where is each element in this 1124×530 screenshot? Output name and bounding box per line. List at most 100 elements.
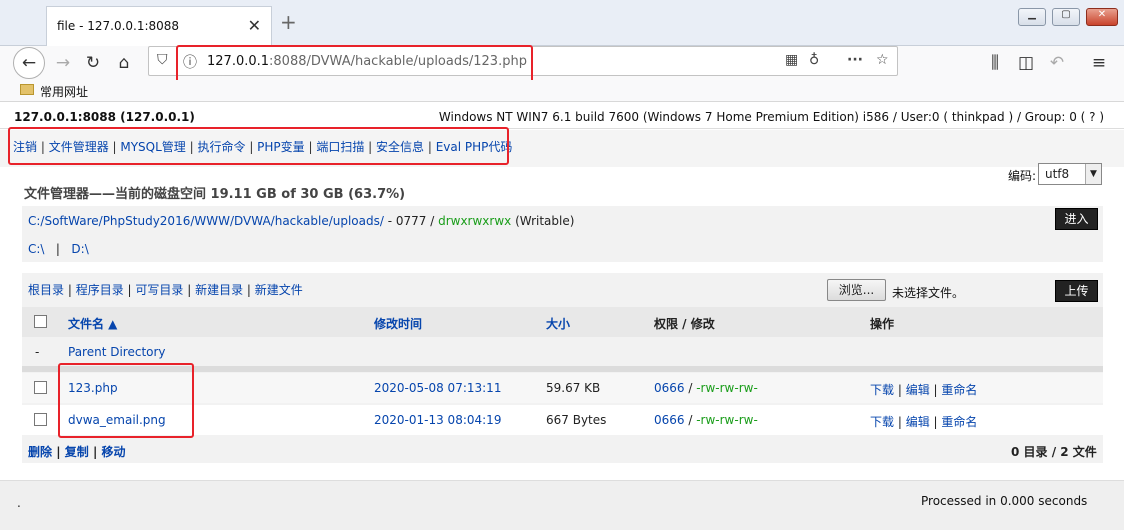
delete-link[interactable]: 删除 bbox=[28, 445, 52, 459]
browser-tab[interactable]: file - 127.0.0.1:8088 ✕ bbox=[46, 6, 272, 46]
navigation-bar: ← → ↻ ⌂ ⛉ ⓘ 127.0.0.1:8088/DVWA/hackable… bbox=[0, 46, 1124, 80]
row-checkbox[interactable] bbox=[34, 381, 47, 394]
page-content: 127.0.0.1:8088 (127.0.0.1) Windows NT WI… bbox=[0, 103, 1124, 530]
reload-button[interactable]: ↻ bbox=[80, 50, 106, 76]
table-header: 文件名 ▲ 修改时间 大小 权限 / 修改 操作 bbox=[22, 307, 1103, 337]
close-icon: ✕ bbox=[1097, 9, 1107, 20]
bookmark-folder[interactable]: 常用网址 bbox=[40, 83, 88, 100]
select-all-checkbox[interactable] bbox=[34, 315, 47, 328]
go-button[interactable]: 进入 bbox=[1055, 208, 1098, 230]
new-tab-button[interactable]: + bbox=[280, 10, 297, 34]
perm-string: -rw-rw-rw- bbox=[696, 381, 758, 395]
rename-link[interactable]: 重命名 bbox=[941, 415, 977, 429]
col-ops: 操作 bbox=[870, 317, 895, 331]
home-button[interactable]: ⌂ bbox=[111, 50, 137, 76]
file-perm: 0666 / -rw-rw-rw- bbox=[654, 381, 758, 395]
drive-links: C:\ | D:\ bbox=[28, 242, 89, 256]
tab-title: file - 127.0.0.1:8088 bbox=[57, 19, 180, 33]
arrow-right-icon: → bbox=[55, 53, 71, 73]
encoding-value: utf8 bbox=[1045, 167, 1070, 181]
qr-code-icon[interactable]: ▦ bbox=[785, 52, 798, 68]
minimize-icon: ▁ bbox=[1028, 9, 1036, 20]
sidebar-button[interactable]: ◫ bbox=[1013, 50, 1039, 76]
row-checkbox[interactable] bbox=[34, 413, 47, 426]
writable-dir-link[interactable]: 可写目录 bbox=[135, 283, 183, 297]
bulk-ops: 删除 | 复制 | 移动 bbox=[28, 445, 126, 459]
path-line: C:/SoftWare/PhpStudy2016/WWW/DVWA/hackab… bbox=[28, 214, 574, 228]
library-icon: ⫼ bbox=[991, 53, 999, 73]
download-link[interactable]: 下载 bbox=[870, 383, 894, 397]
edit-link[interactable]: 编辑 bbox=[906, 415, 930, 429]
hamburger-menu-icon: ≡ bbox=[1091, 53, 1107, 73]
url-highlight-box bbox=[176, 45, 533, 83]
arrow-left-icon: ← bbox=[21, 53, 37, 73]
file-ops: 下载 | 编辑 | 重命名 bbox=[870, 415, 978, 429]
file-size: 667 Bytes bbox=[546, 413, 607, 427]
parent-dir-link[interactable]: Parent Directory bbox=[68, 345, 166, 359]
menu-button[interactable]: ≡ bbox=[1086, 50, 1112, 76]
edit-link[interactable]: 编辑 bbox=[906, 383, 930, 397]
encoding-select[interactable]: utf8 ▼ bbox=[1038, 163, 1102, 185]
chevron-down-icon: ▼ bbox=[1085, 164, 1101, 184]
drive-d[interactable]: D:\ bbox=[71, 242, 88, 256]
server-host: 127.0.0.1:8088 (127.0.0.1) bbox=[14, 110, 195, 124]
download-link[interactable]: 下载 bbox=[870, 415, 894, 429]
dir-file-summary: 0 目录 / 2 文件 bbox=[1011, 445, 1097, 459]
menu-highlight-box bbox=[8, 127, 509, 165]
status-dot: . bbox=[17, 496, 21, 510]
path-perm: - 0777 / bbox=[383, 214, 439, 228]
library-button[interactable]: ⫼ bbox=[982, 50, 1008, 76]
forward-button[interactable]: → bbox=[50, 50, 76, 76]
file-ops: 下载 | 编辑 | 重命名 bbox=[870, 383, 978, 397]
minimize-button[interactable]: ▁ bbox=[1018, 8, 1046, 26]
more-actions-icon[interactable]: ··· bbox=[847, 52, 863, 68]
shield-icon: ⛉ bbox=[157, 52, 168, 68]
file-mtime[interactable]: 2020-01-13 08:04:19 bbox=[374, 413, 501, 427]
browse-button[interactable]: 浏览... bbox=[827, 279, 886, 301]
parent-dash: - bbox=[35, 345, 40, 359]
undo-button[interactable]: ↶ bbox=[1044, 50, 1070, 76]
processed-time: Processed in 0.000 seconds bbox=[921, 494, 1088, 508]
server-info-bar: 127.0.0.1:8088 (127.0.0.1) Windows NT WI… bbox=[0, 103, 1124, 129]
reload-icon: ↻ bbox=[85, 53, 101, 73]
rename-link[interactable]: 重命名 bbox=[941, 383, 977, 397]
drive-c[interactable]: C:\ bbox=[28, 242, 44, 256]
file-perm: 0666 / -rw-rw-rw- bbox=[654, 413, 758, 427]
new-dir-link[interactable]: 新建目录 bbox=[195, 283, 243, 297]
copy-link[interactable]: 复制 bbox=[65, 445, 89, 459]
upload-button[interactable]: 上传 bbox=[1055, 280, 1098, 302]
undo-icon: ↶ bbox=[1049, 53, 1065, 73]
close-window-button[interactable]: ✕ bbox=[1086, 8, 1118, 26]
os-info: Windows NT WIN7 6.1 build 7600 (Windows … bbox=[438, 110, 1104, 124]
tab-close-icon[interactable]: ✕ bbox=[248, 16, 261, 35]
perm-num-link[interactable]: 0666 bbox=[654, 381, 685, 395]
home-icon: ⌂ bbox=[118, 53, 130, 73]
path-perm-string: drwxrwxrwx bbox=[438, 214, 512, 228]
bookmarks-bar: 常用网址 bbox=[0, 80, 1124, 102]
maximize-icon: ▢ bbox=[1061, 9, 1071, 20]
program-dir-link[interactable]: 程序目录 bbox=[76, 283, 124, 297]
maximize-button[interactable]: ▢ bbox=[1052, 8, 1080, 26]
root-dir-link[interactable]: 根目录 bbox=[28, 283, 64, 297]
path-writable: (Writable) bbox=[511, 214, 575, 228]
back-button[interactable]: ← bbox=[13, 47, 45, 79]
directory-links: 根目录 | 程序目录 | 可写目录 | 新建目录 | 新建文件 bbox=[28, 283, 303, 297]
col-mtime[interactable]: 修改时间 bbox=[374, 315, 422, 332]
current-path[interactable]: C:/SoftWare/PhpStudy2016/WWW/DVWA/hackab… bbox=[28, 214, 384, 228]
encoding-label: 编码: bbox=[1008, 169, 1037, 183]
sidebar-icon: ◫ bbox=[1017, 53, 1035, 73]
bookmark-star-icon[interactable]: ☆ bbox=[876, 52, 889, 68]
new-file-link[interactable]: 新建文件 bbox=[255, 283, 303, 297]
col-size[interactable]: 大小 bbox=[546, 315, 570, 332]
files-highlight-box bbox=[58, 363, 194, 438]
folder-icon bbox=[20, 84, 34, 95]
move-link[interactable]: 移动 bbox=[102, 445, 126, 459]
file-size: 59.67 KB bbox=[546, 381, 601, 395]
lightbulb-icon[interactable]: ♁ bbox=[809, 52, 819, 68]
browser-title-bar: file - 127.0.0.1:8088 ✕ + ▁ ▢ ✕ bbox=[0, 0, 1124, 46]
perm-string: -rw-rw-rw- bbox=[696, 413, 758, 427]
file-mtime[interactable]: 2020-05-08 07:13:11 bbox=[374, 381, 501, 395]
perm-num-link[interactable]: 0666 bbox=[654, 413, 685, 427]
col-name[interactable]: 文件名 ▲ bbox=[68, 315, 117, 332]
col-perm: 权限 / 修改 bbox=[654, 317, 715, 331]
